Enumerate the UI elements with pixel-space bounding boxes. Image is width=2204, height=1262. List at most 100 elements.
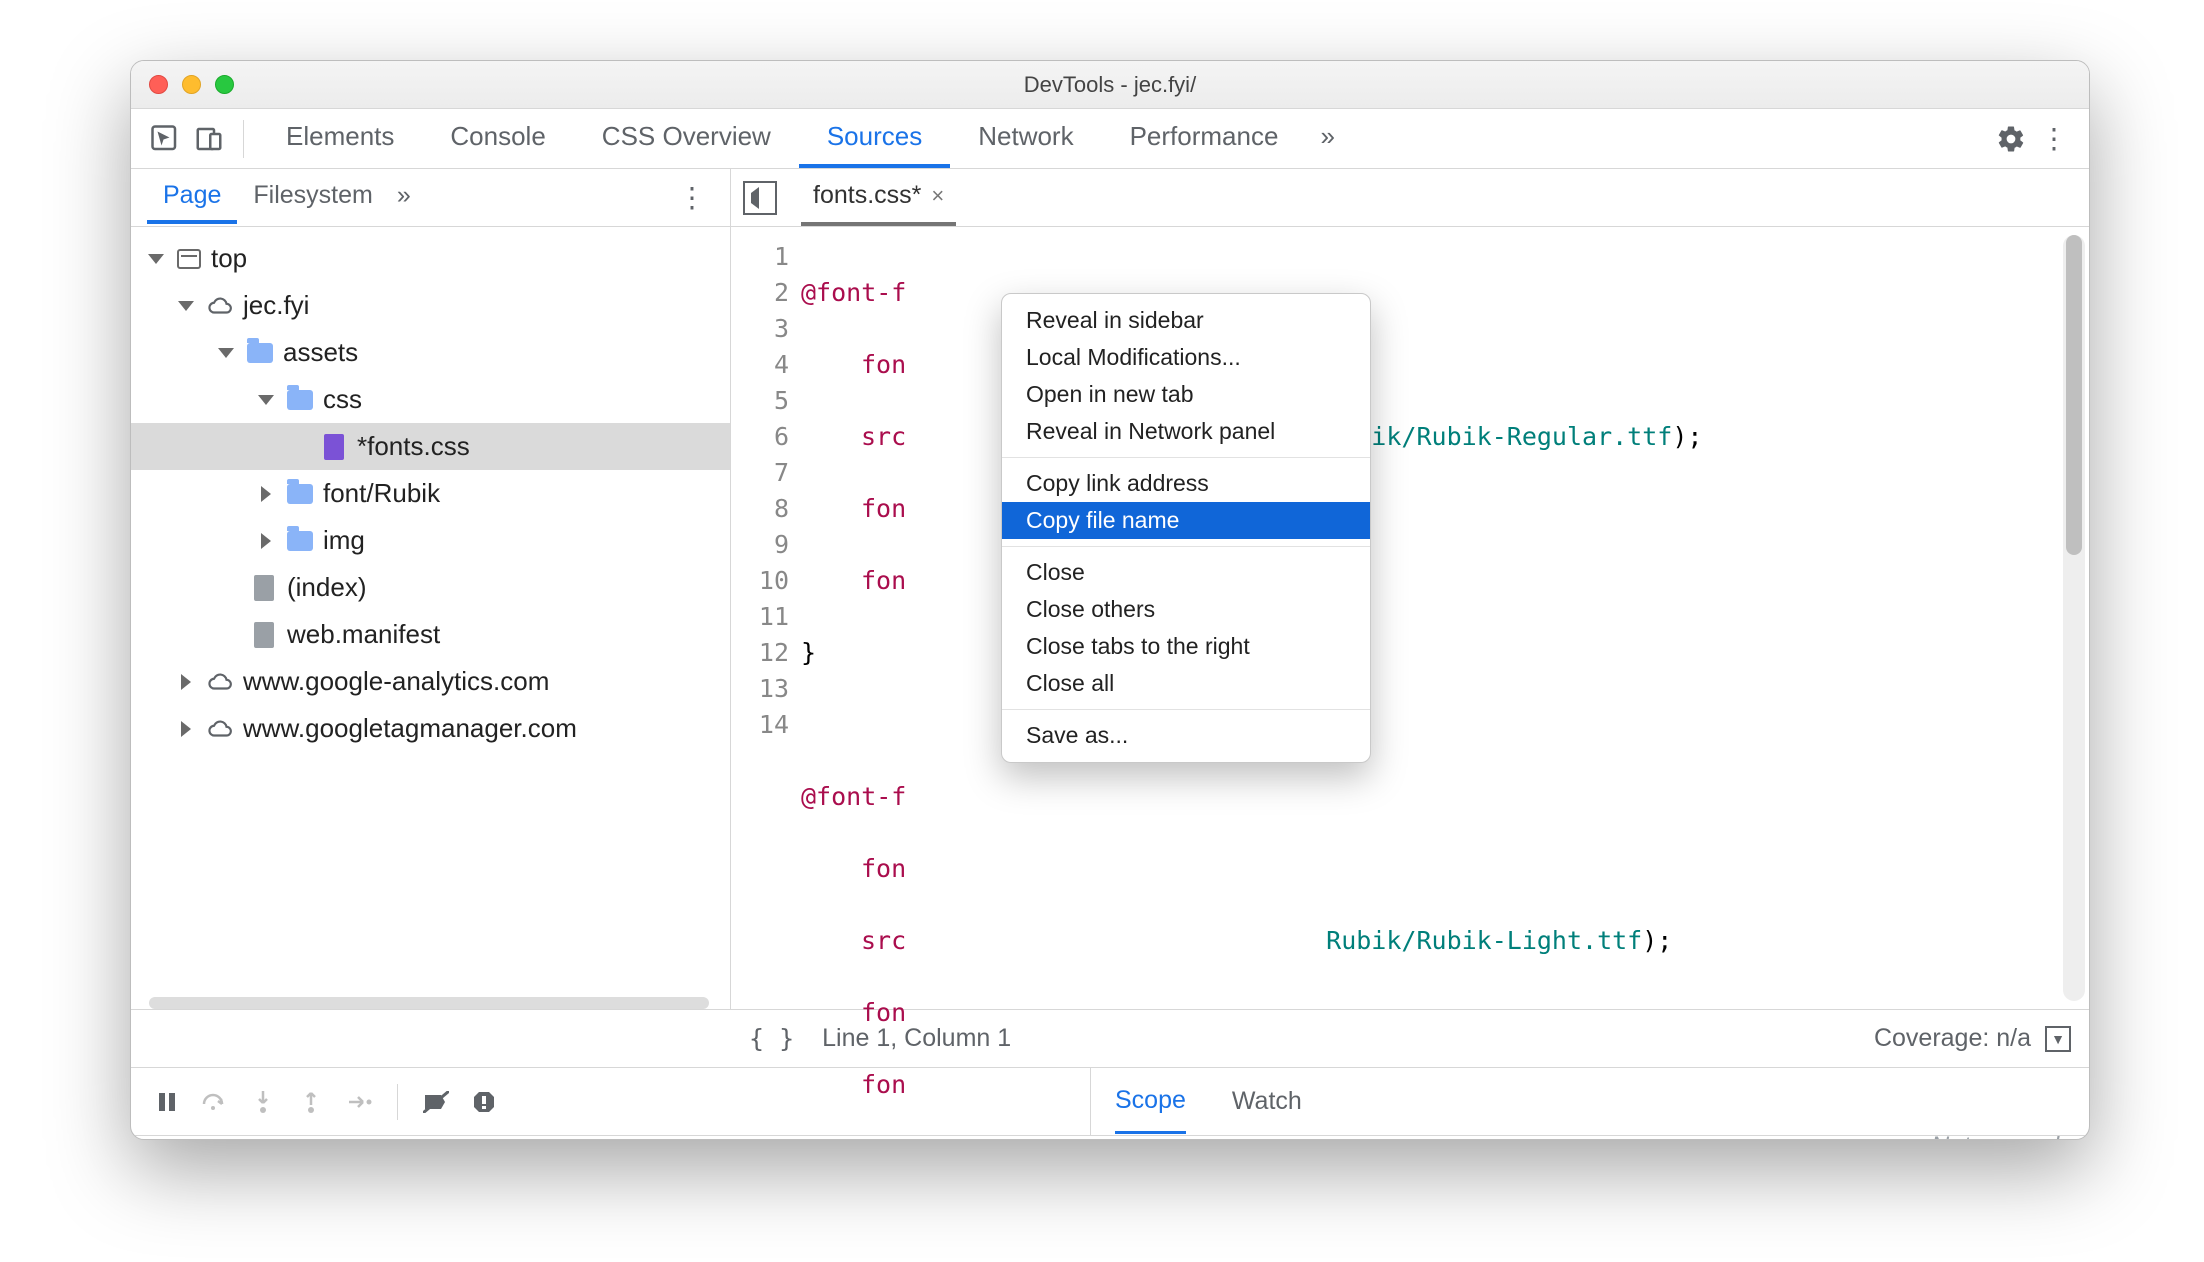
cloud-icon bbox=[207, 669, 233, 695]
debugger-sidebar-tabs: Scope Watch bbox=[1091, 1068, 2089, 1135]
line-number: 12 bbox=[731, 635, 789, 671]
tab-css-overview[interactable]: CSS Overview bbox=[574, 109, 799, 168]
ctx-save-as[interactable]: Save as... bbox=[1002, 717, 1370, 754]
not-paused-label: Not paused bbox=[1931, 1132, 2059, 1140]
ctx-close-all[interactable]: Close all bbox=[1002, 665, 1370, 702]
ctx-reveal-sidebar[interactable]: Reveal in sidebar bbox=[1002, 302, 1370, 339]
line-number: 8 bbox=[731, 491, 789, 527]
file-icon bbox=[254, 575, 274, 601]
editor-scrollbar[interactable] bbox=[2063, 235, 2085, 1001]
tree-label: assets bbox=[283, 337, 358, 368]
file-tab-fonts-css[interactable]: fonts.css* × bbox=[801, 169, 956, 226]
ctx-copy-file-name[interactable]: Copy file name bbox=[1002, 502, 1370, 539]
subtab-filesystem[interactable]: Filesystem bbox=[237, 171, 388, 224]
tree-top-frame[interactable]: top bbox=[131, 235, 730, 282]
ctx-separator bbox=[1002, 709, 1370, 710]
code-token: src bbox=[861, 422, 906, 451]
line-number: 3 bbox=[731, 311, 789, 347]
ctx-copy-link-address[interactable]: Copy link address bbox=[1002, 465, 1370, 502]
tree-webmanifest-file[interactable]: web.manifest bbox=[131, 611, 730, 658]
cloud-icon bbox=[207, 293, 233, 319]
tree-index-file[interactable]: (index) bbox=[131, 564, 730, 611]
ctx-separator bbox=[1002, 457, 1370, 458]
window-title: DevTools - jec.fyi/ bbox=[131, 72, 2089, 98]
toggle-sidebar-icon[interactable] bbox=[743, 181, 777, 215]
step-into-icon[interactable] bbox=[245, 1084, 281, 1120]
device-toolbar-icon[interactable] bbox=[189, 119, 229, 159]
inspect-element-icon[interactable] bbox=[145, 119, 185, 159]
folder-icon bbox=[287, 484, 313, 504]
code-token: @font-f bbox=[801, 782, 906, 811]
scrollbar-thumb[interactable] bbox=[2066, 235, 2082, 555]
ctx-open-new-tab[interactable]: Open in new tab bbox=[1002, 376, 1370, 413]
subtab-page[interactable]: Page bbox=[147, 171, 237, 224]
debugger-controls bbox=[131, 1068, 1091, 1135]
code-token: fon bbox=[861, 494, 906, 523]
line-number: 7 bbox=[731, 455, 789, 491]
step-over-icon[interactable] bbox=[197, 1084, 233, 1120]
debugger-bar: Scope Watch Not paused bbox=[131, 1067, 2089, 1135]
code-token: fon bbox=[861, 854, 906, 883]
code-token: @font-f bbox=[801, 278, 906, 307]
file-tab-label: fonts.css* bbox=[813, 181, 921, 210]
ctx-reveal-network[interactable]: Reveal in Network panel bbox=[1002, 413, 1370, 450]
subtab-scope[interactable]: Scope bbox=[1115, 1070, 1186, 1134]
pause-on-exceptions-icon[interactable] bbox=[466, 1084, 502, 1120]
file-tree[interactable]: top jec.fyi assets css bbox=[131, 227, 731, 1009]
sources-subheader: Page Filesystem » ⋮ fonts.css* × bbox=[131, 169, 2089, 227]
kebab-menu-icon[interactable]: ⋮ bbox=[2035, 119, 2075, 159]
line-number: 5 bbox=[731, 383, 789, 419]
code-token: fon bbox=[861, 566, 906, 595]
line-number: 9 bbox=[731, 527, 789, 563]
ctx-separator bbox=[1002, 546, 1370, 547]
tree-gtm-domain[interactable]: www.googletagmanager.com bbox=[131, 705, 730, 752]
code-token: } bbox=[801, 638, 816, 667]
code-content[interactable]: @font-f fon srcRubik/Rubik-Regular.ttf);… bbox=[801, 227, 2089, 1009]
tab-elements[interactable]: Elements bbox=[258, 109, 422, 168]
tab-performance[interactable]: Performance bbox=[1102, 109, 1307, 168]
line-number: 10 bbox=[731, 563, 789, 599]
line-number: 13 bbox=[731, 671, 789, 707]
editor-tabbar: fonts.css* × bbox=[731, 169, 2089, 226]
tree-css-folder[interactable]: css bbox=[131, 376, 730, 423]
pretty-print-button[interactable]: { } bbox=[749, 1024, 794, 1053]
tree-assets-folder[interactable]: assets bbox=[131, 329, 730, 376]
close-tab-icon[interactable]: × bbox=[931, 183, 944, 209]
context-menu: Reveal in sidebar Local Modifications...… bbox=[1001, 293, 1371, 763]
tree-fonts-css-file[interactable]: *fonts.css bbox=[131, 423, 730, 470]
tab-network[interactable]: Network bbox=[950, 109, 1101, 168]
ctx-close[interactable]: Close bbox=[1002, 554, 1370, 591]
line-number: 6 bbox=[731, 419, 789, 455]
code-token: src bbox=[861, 926, 906, 955]
main-toolbar: Elements Console CSS Overview Sources Ne… bbox=[131, 109, 2089, 169]
tree-img-folder[interactable]: img bbox=[131, 517, 730, 564]
code-editor[interactable]: 1 2 3 4 5 6 7 8 9 10 11 12 13 14 @font-f… bbox=[731, 227, 2089, 1009]
subtab-watch[interactable]: Watch bbox=[1232, 1071, 1302, 1132]
ctx-close-tabs-right[interactable]: Close tabs to the right bbox=[1002, 628, 1370, 665]
code-token: ); bbox=[1672, 422, 1702, 451]
tab-sources[interactable]: Sources bbox=[799, 109, 950, 168]
more-tabs-icon[interactable]: » bbox=[1306, 109, 1348, 168]
tree-font-rubik-folder[interactable]: font/Rubik bbox=[131, 470, 730, 517]
tab-console[interactable]: Console bbox=[422, 109, 573, 168]
tree-label: font/Rubik bbox=[323, 478, 440, 509]
ctx-close-others[interactable]: Close others bbox=[1002, 591, 1370, 628]
cloud-icon bbox=[207, 716, 233, 742]
frame-icon bbox=[177, 249, 201, 269]
tree-label: img bbox=[323, 525, 365, 556]
file-icon bbox=[254, 622, 274, 648]
code-token: fon bbox=[861, 350, 906, 379]
ctx-local-modifications[interactable]: Local Modifications... bbox=[1002, 339, 1370, 376]
pause-icon[interactable] bbox=[149, 1084, 185, 1120]
line-number: 1 bbox=[731, 239, 789, 275]
navigator-kebab-icon[interactable]: ⋮ bbox=[670, 181, 714, 214]
more-subtabs-icon[interactable]: » bbox=[389, 171, 419, 224]
step-icon[interactable] bbox=[341, 1084, 377, 1120]
tree-horizontal-scrollbar[interactable] bbox=[149, 997, 709, 1009]
settings-gear-icon[interactable] bbox=[1991, 119, 2031, 159]
tree-domain[interactable]: jec.fyi bbox=[131, 282, 730, 329]
tree-ga-domain[interactable]: www.google-analytics.com bbox=[131, 658, 730, 705]
tree-label: css bbox=[323, 384, 362, 415]
step-out-icon[interactable] bbox=[293, 1084, 329, 1120]
deactivate-breakpoints-icon[interactable] bbox=[418, 1084, 454, 1120]
